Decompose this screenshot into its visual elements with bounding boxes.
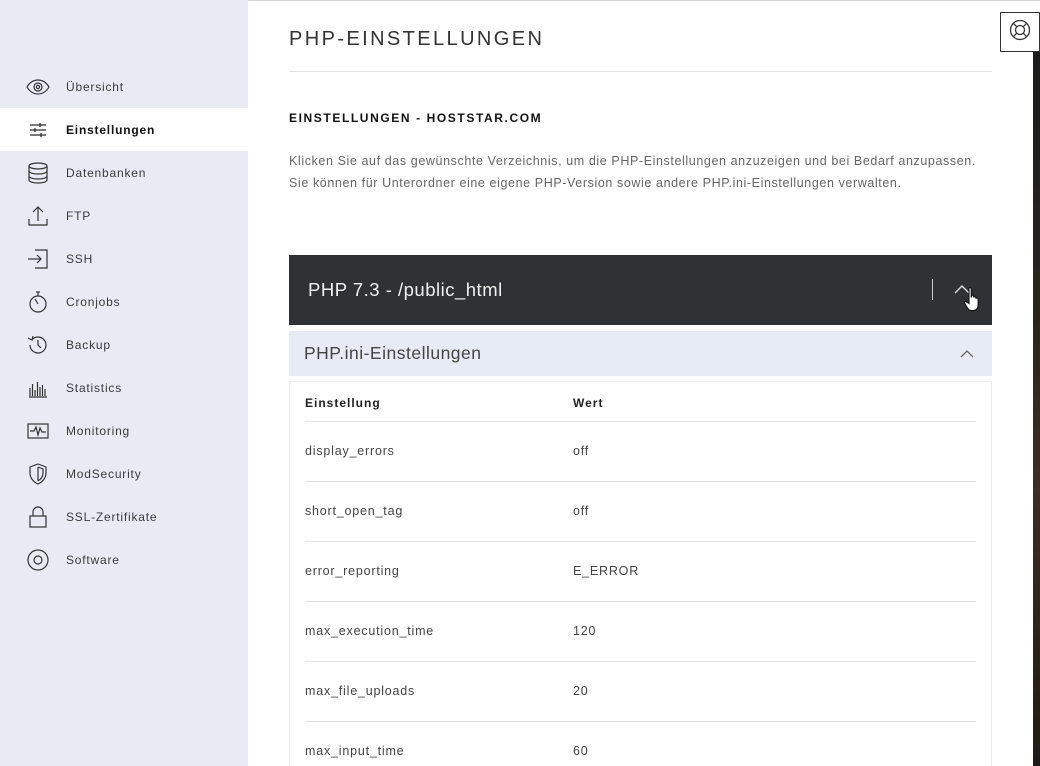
setting-value: 20 (573, 684, 589, 698)
php-version-title: PHP 7.3 - /public_html (308, 279, 503, 300)
top-border (248, 0, 1040, 1)
sidebar-item-datenbanken[interactable]: Datenbanken (0, 151, 248, 194)
sidebar-nav: Übersicht Einstellungen Datenbanken FTP … (0, 65, 248, 581)
sidebar: Übersicht Einstellungen Datenbanken FTP … (0, 0, 248, 766)
section-title: EINSTELLUNGEN - HOSTSTAR.COM (289, 111, 543, 125)
divider (289, 71, 992, 72)
setting-name: display_errors (305, 444, 395, 458)
table-row[interactable]: max_execution_time 120 (305, 602, 976, 662)
setting-name: short_open_tag (305, 504, 404, 518)
sidebar-item-software[interactable]: Software (0, 538, 248, 581)
setting-value: 120 (573, 624, 597, 638)
setting-value: off (573, 504, 590, 518)
sidebar-item-label: Cronjobs (66, 294, 121, 309)
sidebar-item-label: Einstellungen (66, 122, 156, 137)
table-row[interactable]: display_errors off (305, 422, 976, 482)
sidebar-item-label: Übersicht (66, 79, 124, 94)
chevron-up-icon[interactable] (959, 346, 975, 360)
pulse-icon (26, 419, 50, 443)
divider (932, 279, 933, 300)
sidebar-item-modsecurity[interactable]: ModSecurity (0, 452, 248, 495)
setting-name: max_execution_time (305, 624, 435, 638)
sidebar-item-label: Statistics (66, 380, 123, 395)
setting-value: off (573, 444, 590, 458)
table-header-row: Einstellung Wert (305, 382, 976, 422)
stopwatch-icon (26, 290, 50, 314)
upload-icon (26, 204, 50, 228)
shield-icon (26, 462, 50, 486)
eye-icon (26, 75, 50, 99)
sidebar-item-label: Backup (66, 337, 111, 352)
setting-name: error_reporting (305, 564, 400, 578)
sidebar-item-label: Datenbanken (66, 165, 147, 180)
help-button[interactable] (1000, 12, 1040, 52)
sidebar-item-cronjobs[interactable]: Cronjobs (0, 280, 248, 323)
setting-value: 60 (573, 744, 589, 758)
setting-name: max_file_uploads (305, 684, 416, 698)
lock-icon (26, 505, 50, 529)
sidebar-item-label: ModSecurity (66, 466, 142, 481)
lifebuoy-icon (1008, 18, 1032, 47)
php-ini-title: PHP.ini-Einstellungen (304, 343, 482, 363)
table-row[interactable]: error_reporting E_ERROR (305, 542, 976, 602)
table-row[interactable]: max_input_time 60 (305, 722, 976, 766)
sidebar-item-ftp[interactable]: FTP (0, 194, 248, 237)
database-icon (26, 161, 50, 185)
sidebar-item-label: SSL-Zertifikate (66, 509, 158, 524)
php-version-panel-header[interactable]: PHP 7.3 - /public_html (289, 255, 992, 325)
sidebar-item-uebersicht[interactable]: Übersicht (0, 65, 248, 108)
sidebar-item-label: FTP (66, 208, 92, 223)
php-ini-table: Einstellung Wert display_errors off shor… (289, 381, 992, 766)
sidebar-item-ssl-zertifikate[interactable]: SSL-Zertifikate (0, 495, 248, 538)
sidebar-item-backup[interactable]: Backup (0, 323, 248, 366)
login-icon (26, 247, 50, 271)
sidebar-item-monitoring[interactable]: Monitoring (0, 409, 248, 452)
table-row[interactable]: short_open_tag off (305, 482, 976, 542)
sidebar-item-label: Monitoring (66, 423, 131, 438)
history-icon (26, 333, 50, 357)
sidebar-item-einstellungen[interactable]: Einstellungen (0, 108, 248, 151)
page-title: PHP-EINSTELLUNGEN (289, 28, 545, 50)
sliders-icon (26, 118, 50, 142)
column-header-einstellung: Einstellung (305, 396, 381, 410)
sidebar-item-statistics[interactable]: Statistics (0, 366, 248, 409)
php-ini-panel-header[interactable]: PHP.ini-Einstellungen (289, 331, 992, 376)
setting-name: max_input_time (305, 744, 405, 758)
column-header-wert: Wert (573, 396, 604, 410)
hand-cursor-icon (963, 286, 983, 314)
sidebar-item-ssh[interactable]: SSH (0, 237, 248, 280)
setting-value: E_ERROR (573, 564, 640, 578)
sidebar-item-label: Software (66, 552, 120, 567)
sidebar-item-label: SSH (66, 251, 94, 266)
description-text: Klicken Sie auf das gewünschte Verzeichn… (289, 154, 976, 190)
bar-chart-icon (26, 376, 50, 400)
background-edge (1033, 52, 1040, 766)
disc-icon (26, 548, 50, 572)
table-row[interactable]: max_file_uploads 20 (305, 662, 976, 722)
